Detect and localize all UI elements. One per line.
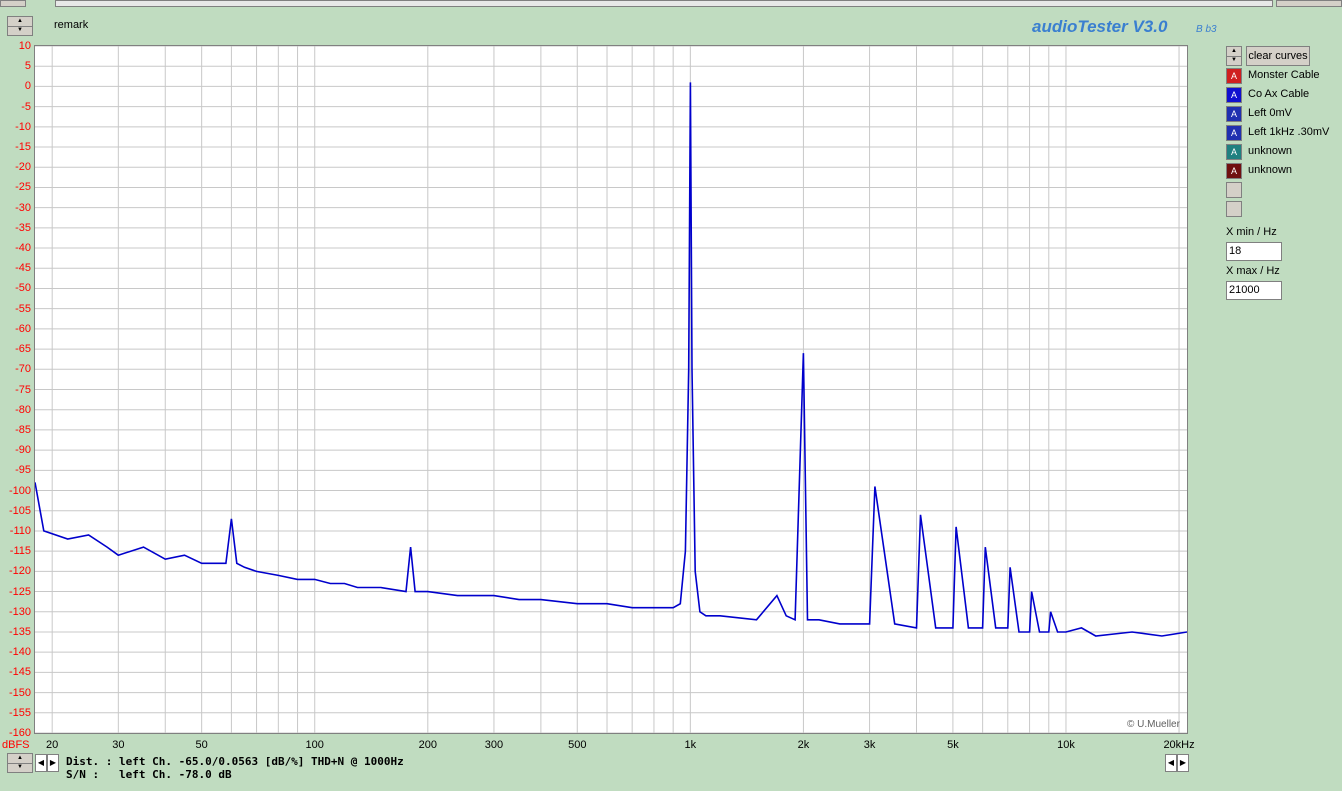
y-tick-label: -50 (15, 282, 31, 295)
top-scrollbar[interactable] (55, 0, 1273, 7)
xmax-label: X max / Hz (1226, 265, 1280, 277)
curve-toggle-icon[interactable]: A (1226, 163, 1242, 179)
y-tick-label: -130 (8, 605, 31, 618)
copyright: © U.Mueller (1127, 719, 1180, 730)
pan-right-icon[interactable]: ▶ (1177, 754, 1189, 772)
x-tick-label: 1k (684, 739, 697, 751)
x-tick-label: 10k (1057, 739, 1075, 751)
curve-label: unknown (1248, 145, 1293, 157)
scroll-right-icon[interactable]: ▶ (47, 754, 59, 772)
spin-down-icon[interactable]: ▼ (8, 763, 32, 772)
y-tick-label: -140 (8, 646, 31, 659)
y-tick-label: -145 (8, 666, 31, 679)
y-tick-label: -35 (15, 221, 31, 234)
app-title: audioTester V3.0 (1032, 17, 1168, 36)
scroll-left-icon[interactable]: ◀ (35, 754, 47, 772)
x-tick-label: 50 (195, 739, 208, 751)
curve-label: Co Ax Cable (1248, 88, 1310, 100)
y-tick-label: -110 (9, 524, 31, 537)
y-tick-label: -135 (8, 625, 31, 638)
y-tick-label: -25 (15, 181, 31, 194)
grid (35, 46, 1187, 733)
y-tick-label: -20 (15, 161, 31, 174)
curve-toggle-icon[interactable]: A (1226, 144, 1242, 160)
xmin-label: X min / Hz (1226, 226, 1277, 238)
curve-label: Left 1kHz .30mV (1248, 126, 1330, 138)
sn-label: S/N : (66, 768, 100, 781)
clear-curves-button[interactable]: clear curves (1246, 46, 1310, 66)
spectrum-chart (35, 46, 1187, 733)
top-right-button[interactable] (1276, 0, 1342, 7)
dist-value: left Ch. -65.0/0.0563 [dB/%] THD+N @ 100… (119, 755, 404, 768)
x-tick-label: 30 (112, 739, 125, 751)
y-tick-label: -90 (15, 444, 31, 457)
curves-spinner[interactable]: ▲ ▼ (1226, 46, 1242, 66)
y-tick-label: -155 (8, 706, 31, 719)
x-tick-label: 20 (46, 739, 59, 751)
y-tick-label: -55 (15, 302, 31, 315)
y-tick-label: -85 (15, 423, 31, 436)
sn-value: left Ch. -78.0 dB (119, 768, 232, 781)
spin-down-icon[interactable]: ▼ (8, 26, 32, 35)
curve-toggle-icon[interactable]: A (1226, 106, 1242, 122)
pan-left-icon[interactable]: ◀ (1165, 754, 1177, 772)
y-tick-label: -105 (8, 504, 31, 517)
empty-curve-slot[interactable] (1226, 182, 1242, 198)
y-tick-label: -125 (8, 585, 31, 598)
y-tick-label: -100 (8, 484, 31, 497)
xmin-input[interactable]: 18 (1226, 242, 1282, 261)
y-tick-label: -70 (15, 363, 31, 376)
y-tick-label: -75 (15, 383, 31, 396)
y-tick-label: -30 (15, 201, 31, 214)
remark-label: remark (54, 19, 89, 31)
curve-label: unknown (1248, 164, 1293, 176)
x-tick-label: 300 (484, 739, 504, 751)
y-tick-label: 5 (24, 60, 31, 73)
y-tick-label: -40 (15, 242, 31, 255)
x-tick-label: 100 (305, 739, 324, 751)
y-tick-label: -65 (15, 343, 31, 356)
remark-spinner[interactable]: ▲ ▼ (7, 16, 33, 36)
y-tick-label: -45 (15, 262, 31, 275)
curve-label: Monster Cable (1248, 69, 1320, 81)
top-toolbar (0, 0, 1342, 9)
y-tick-label: -115 (9, 545, 31, 558)
x-tick-label: 200 (418, 739, 437, 751)
empty-curve-slot[interactable] (1226, 201, 1242, 217)
y-tick-label: -150 (8, 686, 31, 699)
x-tick-label: 2k (797, 739, 810, 751)
xmax-input[interactable]: 21000 (1226, 281, 1282, 300)
spectrum-plot[interactable] (34, 45, 1188, 734)
y-tick-label: 0 (24, 80, 31, 93)
x-tick-label: 5k (947, 739, 959, 751)
curve-toggle-icon[interactable]: A (1226, 87, 1242, 103)
status-spinner[interactable]: ▲ ▼ (7, 753, 33, 773)
y-tick-label: -10 (15, 120, 31, 133)
y-tick-label: -15 (15, 141, 31, 154)
curve-toggle-icon[interactable]: A (1226, 125, 1242, 141)
top-spin-button[interactable] (0, 0, 26, 7)
spin-down-icon[interactable]: ▼ (1227, 56, 1241, 65)
y-tick-label: -160 (8, 727, 31, 739)
x-tick-label: 3k (863, 739, 876, 751)
x-tick-label: 500 (568, 739, 587, 751)
spectrum-trace (35, 82, 1187, 637)
y-tick-label: -120 (8, 565, 31, 578)
curve-label: Left 0mV (1248, 107, 1293, 119)
curve-toggle-icon[interactable]: A (1226, 68, 1242, 84)
app-build: B b3 (1196, 24, 1217, 35)
y-tick-label: -95 (15, 464, 31, 477)
dist-label: Dist. : (66, 755, 113, 768)
y-tick-label: -60 (15, 322, 31, 335)
y-axis-unit: dBFS (2, 739, 30, 751)
y-tick-label: -80 (15, 403, 31, 416)
y-tick-label: -5 (21, 100, 31, 113)
y-tick-label: 10 (18, 40, 31, 52)
x-tick-label: 20kHz (1163, 739, 1195, 751)
